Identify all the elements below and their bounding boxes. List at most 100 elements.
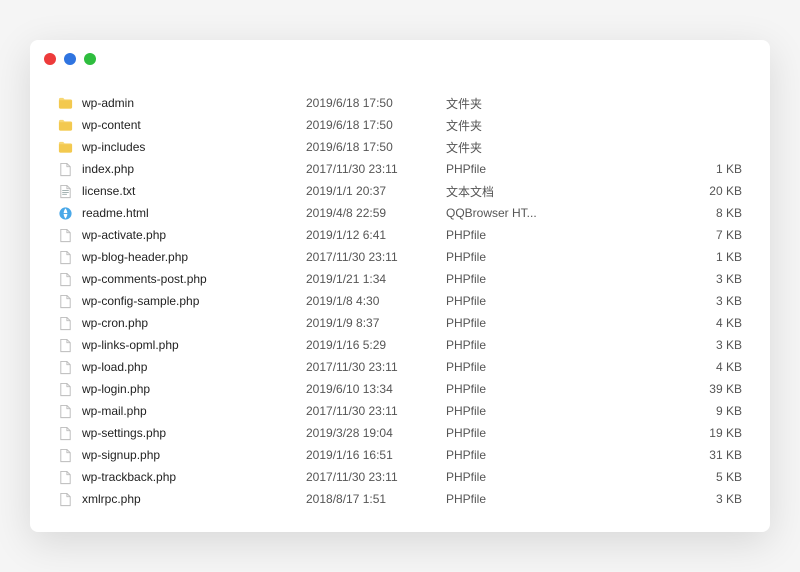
file-type: PHPfile (446, 492, 566, 506)
file-date: 2017/11/30 23:11 (306, 404, 446, 418)
file-type: PHPfile (446, 294, 566, 308)
file-size: 8 KB (566, 206, 750, 220)
file-date: 2019/6/18 17:50 (306, 96, 446, 110)
finder-window: wp-admin2019/6/18 17:50文件夹wp-content2019… (30, 40, 770, 532)
file-date: 2019/1/21 1:34 (306, 272, 446, 286)
file-name: wp-cron.php (76, 316, 306, 330)
file-row[interactable]: wp-activate.php2019/1/12 6:41PHPfile7 KB (30, 224, 770, 246)
file-date: 2019/1/1 20:37 (306, 184, 446, 198)
file-row[interactable]: index.php2017/11/30 23:11PHPfile1 KB (30, 158, 770, 180)
close-button[interactable] (44, 53, 56, 65)
file-date: 2019/1/16 5:29 (306, 338, 446, 352)
file-name: xmlrpc.php (76, 492, 306, 506)
file-icon (58, 228, 76, 243)
file-size: 3 KB (566, 492, 750, 506)
file-name: wp-trackback.php (76, 470, 306, 484)
folder-icon (58, 96, 76, 111)
file-row[interactable]: wp-comments-post.php2019/1/21 1:34PHPfil… (30, 268, 770, 290)
file-row[interactable]: license.txt2019/1/1 20:37文本文档20 KB (30, 180, 770, 202)
file-row[interactable]: wp-links-opml.php2019/1/16 5:29PHPfile3 … (30, 334, 770, 356)
file-date: 2017/11/30 23:11 (306, 360, 446, 374)
file-size: 1 KB (566, 250, 750, 264)
file-name: index.php (76, 162, 306, 176)
file-name: wp-signup.php (76, 448, 306, 462)
file-row[interactable]: wp-cron.php2019/1/9 8:37PHPfile4 KB (30, 312, 770, 334)
file-icon (58, 272, 76, 287)
file-size: 31 KB (566, 448, 750, 462)
file-icon (58, 448, 76, 463)
file-type: PHPfile (446, 316, 566, 330)
file-size: 3 KB (566, 294, 750, 308)
file-row[interactable]: wp-blog-header.php2017/11/30 23:11PHPfil… (30, 246, 770, 268)
file-size: 39 KB (566, 382, 750, 396)
file-size: 9 KB (566, 404, 750, 418)
file-name: wp-content (76, 118, 306, 132)
file-name: readme.html (76, 206, 306, 220)
file-type: PHPfile (446, 426, 566, 440)
file-date: 2019/1/9 8:37 (306, 316, 446, 330)
file-icon (58, 470, 76, 485)
file-row[interactable]: wp-load.php2017/11/30 23:11PHPfile4 KB (30, 356, 770, 378)
file-type: PHPfile (446, 404, 566, 418)
file-date: 2019/6/18 17:50 (306, 118, 446, 132)
file-name: wp-blog-header.php (76, 250, 306, 264)
zoom-button[interactable] (84, 53, 96, 65)
folder-icon (58, 140, 76, 155)
file-date: 2017/11/30 23:11 (306, 250, 446, 264)
file-date: 2019/6/10 13:34 (306, 382, 446, 396)
file-size: 3 KB (566, 338, 750, 352)
file-name: wp-activate.php (76, 228, 306, 242)
file-icon (58, 162, 76, 177)
file-row[interactable]: wp-includes2019/6/18 17:50文件夹 (30, 136, 770, 158)
file-name: license.txt (76, 184, 306, 198)
file-date: 2017/11/30 23:11 (306, 162, 446, 176)
file-row[interactable]: wp-config-sample.php2019/1/8 4:30PHPfile… (30, 290, 770, 312)
file-icon (58, 316, 76, 331)
file-row[interactable]: wp-settings.php2019/3/28 19:04PHPfile19 … (30, 422, 770, 444)
file-row[interactable]: wp-mail.php2017/11/30 23:11PHPfile9 KB (30, 400, 770, 422)
file-type: PHPfile (446, 162, 566, 176)
file-name: wp-login.php (76, 382, 306, 396)
file-name: wp-load.php (76, 360, 306, 374)
file-icon (58, 360, 76, 375)
file-row[interactable]: readme.html2019/4/8 22:59QQBrowser HT...… (30, 202, 770, 224)
file-icon (58, 426, 76, 441)
text-icon (58, 184, 76, 199)
file-name: wp-settings.php (76, 426, 306, 440)
file-size: 4 KB (566, 316, 750, 330)
file-row[interactable]: wp-content2019/6/18 17:50文件夹 (30, 114, 770, 136)
file-name: wp-config-sample.php (76, 294, 306, 308)
folder-icon (58, 118, 76, 133)
file-name: wp-comments-post.php (76, 272, 306, 286)
file-type: 文件夹 (446, 117, 566, 134)
file-type: PHPfile (446, 448, 566, 462)
file-type: PHPfile (446, 272, 566, 286)
file-icon (58, 404, 76, 419)
file-date: 2019/4/8 22:59 (306, 206, 446, 220)
file-size: 20 KB (566, 184, 750, 198)
file-row[interactable]: wp-login.php2019/6/10 13:34PHPfile39 KB (30, 378, 770, 400)
file-type: PHPfile (446, 382, 566, 396)
file-type: PHPfile (446, 228, 566, 242)
file-size: 5 KB (566, 470, 750, 484)
file-icon (58, 250, 76, 265)
titlebar (30, 40, 770, 78)
file-date: 2019/1/16 16:51 (306, 448, 446, 462)
file-size: 19 KB (566, 426, 750, 440)
file-date: 2019/3/28 19:04 (306, 426, 446, 440)
file-row[interactable]: xmlrpc.php2018/8/17 1:51PHPfile3 KB (30, 488, 770, 510)
file-date: 2019/1/8 4:30 (306, 294, 446, 308)
file-date: 2019/1/12 6:41 (306, 228, 446, 242)
file-row[interactable]: wp-admin2019/6/18 17:50文件夹 (30, 92, 770, 114)
file-name: wp-mail.php (76, 404, 306, 418)
file-type: PHPfile (446, 360, 566, 374)
file-listing: wp-admin2019/6/18 17:50文件夹wp-content2019… (30, 78, 770, 532)
html-icon (58, 206, 76, 221)
file-name: wp-links-opml.php (76, 338, 306, 352)
file-type: QQBrowser HT... (446, 206, 566, 220)
file-icon (58, 338, 76, 353)
file-row[interactable]: wp-trackback.php2017/11/30 23:11PHPfile5… (30, 466, 770, 488)
minimize-button[interactable] (64, 53, 76, 65)
file-row[interactable]: wp-signup.php2019/1/16 16:51PHPfile31 KB (30, 444, 770, 466)
file-date: 2019/6/18 17:50 (306, 140, 446, 154)
